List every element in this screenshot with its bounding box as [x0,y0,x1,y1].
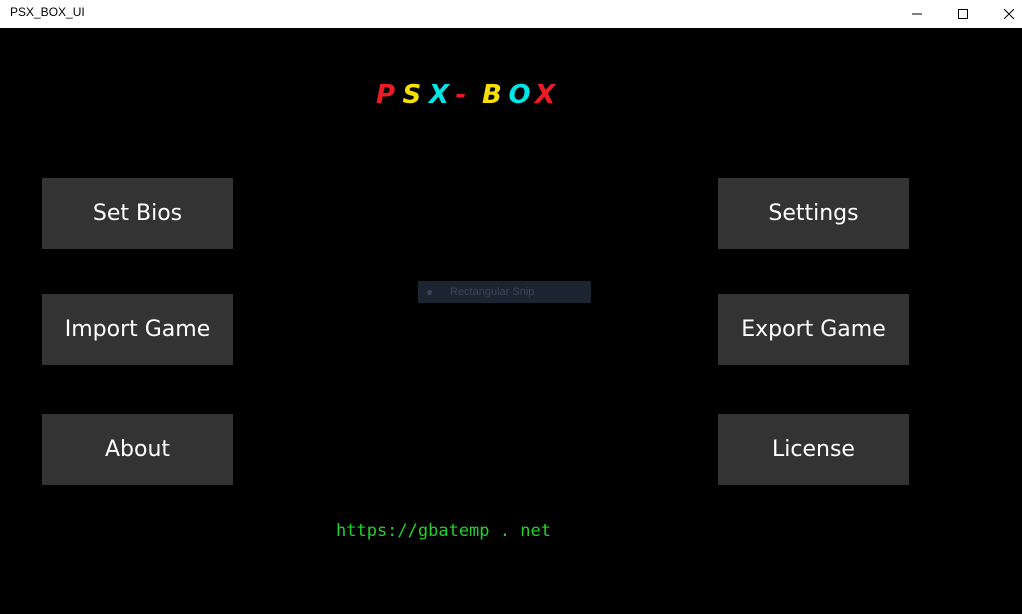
rectangular-snip-tooltip[interactable]: Rectangular Snip [418,281,591,303]
window-title: PSX_BOX_UI [10,5,85,19]
logo-letter: - [455,80,467,110]
snip-label: Rectangular Snip [450,286,535,298]
minimize-button[interactable] [894,0,940,28]
export-game-button[interactable]: Export Game [718,294,909,365]
logo-letter: X [429,80,450,110]
logo-letter: P [376,80,396,110]
settings-button[interactable]: Settings [718,178,909,249]
license-button[interactable]: License [718,414,909,485]
snip-dot-icon [427,289,432,295]
main-content: PSX-BOX Set Bios Import Game About Setti… [0,28,1022,614]
logo-letter: B [482,80,502,110]
minimize-icon [912,13,922,15]
logo-letter: O [508,80,531,110]
gbatemp-link[interactable]: https://gbatemp . net [336,521,551,541]
maximize-button[interactable] [940,0,986,28]
logo-letter: X [535,80,556,110]
set-bios-button[interactable]: Set Bios [42,178,233,249]
about-button[interactable]: About [42,414,233,485]
app-logo: PSX-BOX [376,80,562,110]
close-button[interactable] [986,0,1022,28]
import-game-button[interactable]: Import Game [42,294,233,365]
title-bar[interactable]: PSX_BOX_UI [0,0,1022,28]
close-icon [1004,9,1014,19]
maximize-icon [958,9,968,19]
logo-letter: S [402,80,422,110]
app-window: PSX_BOX_UI PSX-BOX Set Bios Import Game … [0,0,1022,614]
